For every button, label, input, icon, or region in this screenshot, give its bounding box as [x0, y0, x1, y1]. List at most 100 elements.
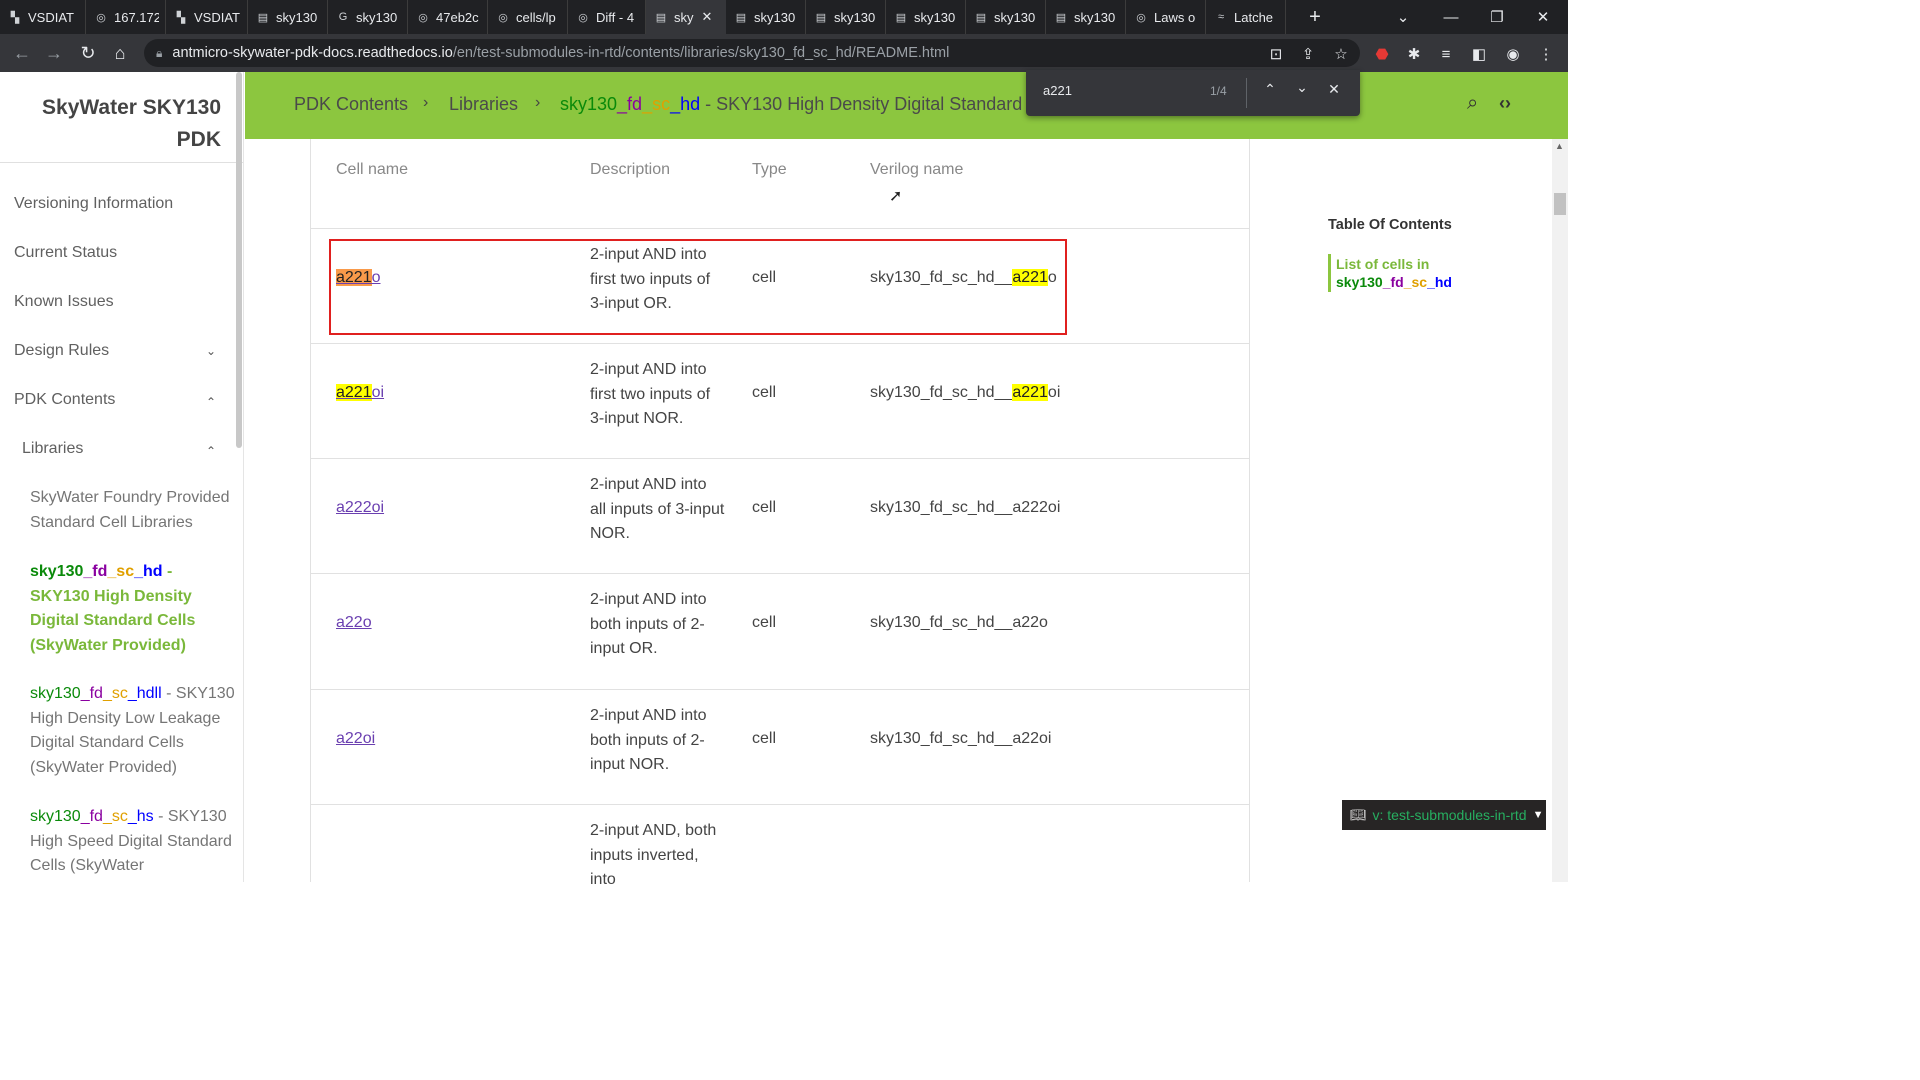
- close-tab-icon[interactable]: ✕: [702, 9, 713, 25]
- tab-label: 167.172: [114, 9, 159, 25]
- sidebar-item-libraries[interactable]: Libraries ⌃: [22, 440, 224, 458]
- tab-15[interactable]: ≈ Latche: [1206, 0, 1286, 34]
- forward-button[interactable]: →: [38, 37, 70, 69]
- extension-adblock-icon[interactable]: ⬣: [1366, 38, 1398, 70]
- find-close-icon[interactable]: ✕: [1324, 81, 1344, 98]
- sidebar-item-versioning[interactable]: Versioning Information: [14, 195, 173, 213]
- find-divider: [1246, 78, 1247, 108]
- tab-11[interactable]: ▤ sky130: [886, 0, 966, 34]
- doc-icon: ▤: [655, 11, 667, 24]
- tab-label: sky130: [1074, 9, 1116, 25]
- breadcrumb-header: PDK Contents › Libraries › sky130_fd_sc_…: [245, 72, 1568, 139]
- tab-search-icon[interactable]: ⌄: [1380, 0, 1426, 34]
- tab-5[interactable]: ◎ 47eb2c: [408, 0, 488, 34]
- tab-2[interactable]: ▚ VSDIAT: [166, 0, 248, 34]
- column-header-cell-name: Cell name: [336, 161, 409, 178]
- menu-icon[interactable]: ⋮: [1530, 38, 1562, 70]
- tab-label: sky130: [994, 9, 1036, 25]
- tab-4[interactable]: Gsky130: [328, 0, 408, 34]
- globe-icon: ◎: [498, 11, 508, 24]
- extensions-puzzle-icon[interactable]: ✱: [1398, 38, 1430, 70]
- side-panel-icon[interactable]: ◧: [1463, 38, 1495, 70]
- breadcrumb-separator-icon: ›: [423, 94, 429, 111]
- back-button[interactable]: ←: [6, 37, 38, 69]
- sidebar-item-sky130-fd-sc-hs[interactable]: sky130_fd_sc_hs - SKY130 High Speed Digi…: [30, 805, 235, 879]
- tab-label: Diff - 4: [596, 9, 635, 25]
- tab-12[interactable]: ▤ sky130: [966, 0, 1046, 34]
- find-input[interactable]: a221: [1043, 83, 1072, 98]
- tab-10[interactable]: ▤ sky130: [806, 0, 886, 34]
- find-previous-icon[interactable]: ⌃: [1260, 81, 1280, 98]
- share-icon[interactable]: ⇪: [1292, 38, 1324, 70]
- sidebar-item-known-issues[interactable]: Known Issues: [14, 293, 114, 311]
- tab-7[interactable]: ◎ Diff - 4: [568, 0, 646, 34]
- cell-name-link[interactable]: a22o: [336, 614, 372, 632]
- version-selector[interactable]: 📖︎ v: test-submodules-in-rtd ▼: [1342, 800, 1546, 830]
- minimize-button[interactable]: —: [1428, 0, 1474, 34]
- tab-9[interactable]: ▤ sky130: [726, 0, 806, 34]
- search-icon[interactable]: ⌕: [1467, 92, 1478, 115]
- tab-14[interactable]: ◎ Laws o: [1126, 0, 1206, 34]
- tab-label: 47eb2c: [436, 9, 479, 25]
- sidebar-scrollbar[interactable]: [236, 72, 242, 448]
- tab-6[interactable]: ◎ cells/lp: [488, 0, 568, 34]
- breadcrumb-pdk-contents[interactable]: PDK Contents: [294, 94, 408, 115]
- chevron-up-icon[interactable]: ⌃: [206, 444, 216, 458]
- tab-13[interactable]: ▤ sky130: [1046, 0, 1126, 34]
- sidebar-item-pdk-contents[interactable]: PDK Contents ⌃: [14, 391, 224, 409]
- media-control-icon[interactable]: ≡: [1430, 38, 1462, 70]
- scrollbar-thumb[interactable]: [1554, 193, 1566, 215]
- close-window-button[interactable]: ✕: [1520, 0, 1566, 34]
- cell-description: 2-input AND into all inputs of 3-input N…: [590, 476, 725, 542]
- tab-label: sky130: [834, 9, 876, 25]
- breadcrumb-libraries[interactable]: Libraries: [449, 94, 518, 115]
- toc-link-list-of-cells[interactable]: List of cells in sky130_fd_sc_hd: [1336, 255, 1452, 291]
- google-icon: G: [338, 11, 348, 23]
- doc-icon: ▤: [735, 11, 747, 24]
- search-match: a221: [1012, 384, 1048, 401]
- tab-label: VSDIAT: [194, 9, 240, 25]
- chevron-up-icon[interactable]: ⌃: [206, 395, 216, 409]
- find-next-icon[interactable]: ⌄: [1292, 79, 1312, 96]
- sidebar-item-foundry-libraries[interactable]: SkyWater Foundry Provided Standard Cell …: [30, 486, 235, 535]
- new-tab-button[interactable]: +: [1300, 0, 1330, 34]
- cell-name-link[interactable]: a221oi: [336, 384, 384, 402]
- scroll-up-icon[interactable]: ▲: [1555, 141, 1564, 151]
- cell-type: cell: [752, 730, 777, 747]
- table-row: 2-input AND, both inputs inverted, into: [311, 805, 1249, 888]
- tab-3[interactable]: ▤ sky130: [248, 0, 328, 34]
- vsdiat-icon: ▚: [176, 11, 186, 24]
- vsdiat-icon: ▚: [10, 11, 20, 24]
- tab-label: sky130: [914, 9, 956, 25]
- sidebar-item-sky130-fd-sc-hd[interactable]: sky130_fd_sc_hd - SKY130 High Density Di…: [30, 560, 235, 658]
- address-bar[interactable]: 🔒︎ antmicro-skywater-pdk-docs.readthedoc…: [144, 39, 1360, 67]
- cell-name-link[interactable]: a22oi: [336, 730, 375, 748]
- home-button[interactable]: ⌂: [104, 37, 136, 69]
- caret-down-icon: ▼: [1532, 809, 1544, 821]
- reload-button[interactable]: ↻: [72, 37, 104, 69]
- table-row: a221oi 2-input AND into first two inputs …: [311, 344, 1249, 459]
- view-source-icon[interactable]: ‹›: [1499, 93, 1511, 114]
- cell-description: 2-input AND into both inputs of 2-input …: [590, 707, 707, 773]
- restore-button[interactable]: ❐: [1474, 0, 1520, 34]
- sidebar-item-current-status[interactable]: Current Status: [14, 244, 117, 262]
- sidebar-item-sky130-fd-sc-hdll[interactable]: sky130_fd_sc_hdll - SKY130 High Density …: [30, 682, 235, 780]
- tab-1[interactable]: ◎ 167.172: [86, 0, 166, 34]
- book-icon: 📖︎: [1350, 807, 1367, 822]
- table-row: a222oi 2-input AND into all inputs of 3-i…: [311, 459, 1249, 574]
- cell-table: Cell name Description Type Verilog name …: [310, 139, 1250, 888]
- bookmark-star-icon[interactable]: ☆: [1325, 38, 1357, 70]
- sidebar-item-design-rules[interactable]: Design Rules ⌄: [14, 342, 224, 360]
- page-scrollbar[interactable]: ▲: [1552, 139, 1568, 882]
- cell-name-link[interactable]: a222oi: [336, 499, 384, 517]
- profile-avatar[interactable]: ◉: [1497, 38, 1529, 70]
- site-brand[interactable]: SkyWater SKY130 PDK: [0, 72, 243, 163]
- tab-8[interactable]: ▤ sky ✕: [646, 0, 726, 34]
- breadcrumb-current-page: sky130_fd_sc_hd - SKY130 High Density Di…: [560, 94, 1023, 114]
- highlight-annotation-box: [329, 239, 1067, 335]
- cell-type: cell: [752, 499, 777, 516]
- tab-0[interactable]: ▚ VSDIAT: [0, 0, 86, 34]
- globe-icon: ◎: [1136, 11, 1146, 24]
- chevron-down-icon[interactable]: ⌄: [206, 344, 216, 358]
- find-icon[interactable]: ⊡: [1260, 38, 1292, 70]
